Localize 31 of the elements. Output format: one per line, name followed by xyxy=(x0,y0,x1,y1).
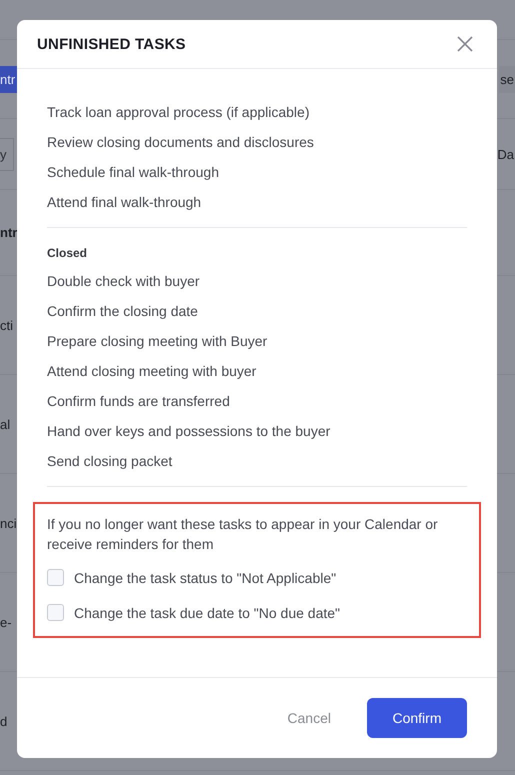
task-item: Schedule final walk-through xyxy=(47,163,220,182)
toolbar-button[interactable]: ntr xyxy=(0,66,18,92)
task-item: Track loan approval process (if applicable) xyxy=(47,103,310,122)
cancel-button[interactable]: Cancel xyxy=(281,700,337,736)
table-cell: nci xyxy=(0,516,17,530)
confirm-button[interactable]: Confirm xyxy=(367,698,467,738)
dialog-title: UNFINISHED TASKS xyxy=(37,36,186,52)
task-item: Send closing packet xyxy=(47,452,174,471)
table-cell: cti xyxy=(0,318,13,332)
task-item: Review closing documents and disclosures xyxy=(47,133,315,152)
table-cell: e- xyxy=(0,614,12,630)
checkbox-label[interactable]: Change the task status to "Not Applicable" xyxy=(74,570,336,586)
search-field[interactable]: y xyxy=(0,138,14,170)
task-item: Double check with buyer xyxy=(47,272,201,291)
task-item: Attend closing meeting with buyer xyxy=(47,362,258,381)
task-item: Confirm funds are transferred xyxy=(47,392,231,411)
task-item: Prepare closing meeting with Buyer xyxy=(47,332,268,351)
column-header: Da xyxy=(497,146,515,162)
filter-chip[interactable]: se xyxy=(499,66,515,92)
task-item: Attend final walk-through xyxy=(47,193,202,212)
checkbox-label[interactable]: Change the task due date to "No due date" xyxy=(74,604,340,620)
checkbox[interactable] xyxy=(47,569,64,586)
note-text: If you no longer want these tasks to appear in your Calendar or receive reminders for them xyxy=(47,515,439,554)
checkbox[interactable] xyxy=(47,604,64,621)
task-item: Hand over keys and possessions to the buyer xyxy=(47,422,332,441)
table-cell: d xyxy=(0,714,8,728)
group-heading: Closed xyxy=(47,245,88,262)
close-icon[interactable] xyxy=(457,36,473,52)
column-header: ntr xyxy=(0,225,18,240)
table-cell: al xyxy=(0,416,10,432)
task-item: Confirm the closing date xyxy=(47,302,199,321)
